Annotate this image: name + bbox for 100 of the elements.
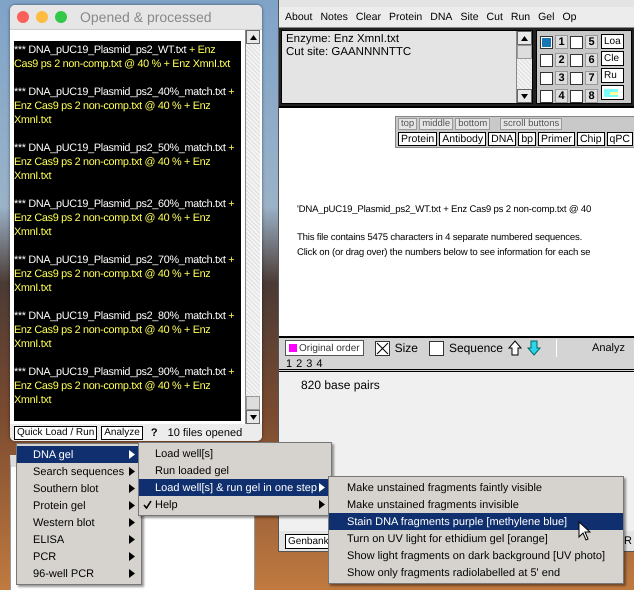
lane-checkbox[interactable] — [540, 36, 553, 48]
menu-item[interactable]: Stain DNA fragments purple [methylene blue] — [329, 513, 623, 530]
lane-number: 6 — [585, 53, 598, 67]
lane-checkbox[interactable] — [570, 54, 583, 66]
menu-item[interactable]: Help — [139, 496, 331, 513]
menu-item[interactable]: DNA — [426, 11, 456, 23]
menu-item[interactable]: Cut — [482, 11, 507, 23]
toolbar-button[interactable]: Antibody — [439, 132, 486, 146]
lane-number: 4 — [555, 89, 568, 103]
menu-item[interactable]: Op — [558, 11, 580, 23]
lane-number: 3 — [555, 71, 568, 85]
color-swatch-icon — [289, 344, 297, 352]
description-text: This file contains 5475 characters in 4 separate numbered sequences. — [297, 231, 584, 245]
menu-item[interactable]: 96-well PCR — [17, 565, 141, 582]
toolbar-tab[interactable]: top — [398, 118, 418, 130]
log-entry: *** DNA_pUC19_Plasmid_ps2_WT.txt + Enz Cas9 ps 2 non-comp.txt @ 40 % + Enz XmnI.txt — [14, 43, 232, 71]
log-entry: *** DNA_pUC19_Plasmid_ps2_40%_match.txt + Enz Cas9 ps 2 non-comp.txt @ 40 % + Enz XmnI.txt — [14, 85, 236, 127]
sequence-number[interactable]: 4 — [316, 358, 322, 370]
sort-label: Sequence — [448, 341, 503, 355]
scroll-down-arrow-icon[interactable] — [521, 94, 528, 98]
menu-item[interactable]: Site — [456, 11, 483, 23]
sequence-number[interactable]: 1 — [286, 358, 292, 370]
description-text: Click on (or drag over) the numbers below to see information for each se — [297, 246, 592, 260]
toolbar-tab[interactable]: scroll buttons — [500, 118, 562, 130]
scroll-down-arrow-icon[interactable] — [250, 414, 256, 420]
scrollbar[interactable] — [245, 30, 260, 424]
side-button[interactable]: Ru — [601, 68, 624, 83]
scroll-up-arrow-icon[interactable] — [250, 34, 256, 40]
menu-item[interactable]: Load well[s] — [139, 445, 331, 462]
scroll-up-arrow-icon[interactable] — [521, 36, 528, 40]
toolbar-tab[interactable]: middle — [419, 118, 454, 130]
lane-checkbox[interactable] — [570, 72, 583, 84]
sequence-number[interactable]: 3 — [306, 358, 312, 370]
log-entry: *** DNA_pUC19_Plasmid_ps2_50%_match.txt + Enz Cas9 ps 2 non-comp.txt @ 40 % + Enz XmnI.txt — [14, 141, 236, 183]
toolbar-button[interactable]: bp — [518, 132, 536, 146]
help-icon[interactable]: ? — [150, 426, 158, 440]
sort-button[interactable]: Original order — [285, 340, 364, 356]
menu-item[interactable]: DNA gel — [17, 446, 141, 463]
lane-checkbox[interactable] — [540, 90, 553, 102]
sort-checkbox[interactable] — [428, 340, 444, 356]
side-button[interactable]: Loa — [601, 34, 624, 49]
menu-item[interactable]: Turn on UV light for ethidium gel [orange] — [329, 530, 623, 547]
enzyme-info-text: Enzyme: Enz XmnI.txt — [286, 33, 400, 46]
pointer-cursor-icon — [578, 521, 591, 541]
menu-item[interactable]: Load well[s] & run gel in one step — [139, 479, 331, 496]
lane-number: 1 — [555, 35, 568, 49]
sequence-info-text: 820 base pairs — [300, 377, 381, 392]
lane-checkbox[interactable] — [540, 54, 553, 66]
log-entry: *** DNA_pUC19_Plasmid_ps2_80%_match.txt + Enz Cas9 ps 2 non-comp.txt @ 40 % + Enz XmnI.txt — [14, 309, 236, 351]
lane-checkbox[interactable] — [570, 36, 583, 48]
toolbar-button[interactable]: Protein — [398, 132, 438, 146]
up-arrow-icon[interactable] — [508, 340, 522, 356]
menu-item[interactable]: Notes — [316, 11, 352, 23]
menu-item[interactable]: ELISA — [17, 531, 141, 548]
menu-item[interactable]: Show only fragments radiolabelled at 5' end — [329, 564, 623, 581]
analyze-label: Analyz — [592, 342, 626, 354]
menu-item[interactable]: Gel — [534, 11, 558, 23]
menu-item[interactable]: Protein gel — [17, 497, 141, 514]
menu-item[interactable]: About — [279, 11, 316, 23]
lane-number: 5 — [585, 35, 598, 49]
sequence-number[interactable]: 2 — [296, 358, 302, 370]
toolbar-button[interactable]: qPC — [606, 132, 633, 146]
menu-item[interactable]: Search sequences — [17, 463, 141, 480]
menu-item[interactable]: Run loaded gel — [139, 462, 331, 479]
lane-number: 8 — [585, 89, 598, 103]
toolbar-button[interactable]: Primer — [538, 132, 575, 146]
log-entry: *** DNA_pUC19_Plasmid_ps2_70%_match.txt + Enz Cas9 ps 2 non-comp.txt @ 40 % + Enz XmnI.txt — [14, 253, 236, 295]
menu-item[interactable]: Run — [506, 11, 534, 23]
checkmark-icon — [142, 500, 152, 509]
status-text: 10 files opened — [168, 426, 242, 440]
sort-checkbox[interactable] — [374, 340, 390, 356]
scroll-thumb[interactable] — [246, 396, 260, 410]
menu-item[interactable]: Clear — [352, 11, 385, 23]
menu-item[interactable]: Western blot — [17, 514, 141, 531]
toolbar-button[interactable]: Analyze — [101, 426, 143, 440]
toolbar-button[interactable]: Quick Load / Run — [14, 426, 98, 440]
scrollbar[interactable] — [516, 31, 532, 103]
toolbar-button[interactable]: DNA — [488, 132, 516, 146]
menu-item[interactable]: PCR — [17, 548, 141, 565]
window-title: Opened & processed — [80, 9, 212, 25]
lane-number: 2 — [555, 53, 568, 67]
toolbar-tab[interactable]: bottom — [455, 118, 490, 130]
down-arrow-icon[interactable] — [526, 340, 541, 356]
sort-label: Size — [394, 341, 418, 355]
menu-item[interactable]: Southern blot — [17, 480, 141, 497]
file-title-text: 'DNA_pUC19_Plasmid_ps2_WT.txt + Enz Cas9 ps 2 non-comp.txt @ 40 — [297, 203, 592, 217]
gel-icon-button[interactable] — [601, 85, 624, 100]
lane-number: 7 — [585, 71, 598, 85]
enzyme-info-text: Cut site: GAANNNNTTC — [286, 46, 412, 59]
menu-item[interactable]: Protein — [384, 11, 426, 23]
lane-checkbox[interactable] — [570, 90, 583, 102]
side-button[interactable]: Cle — [601, 51, 624, 66]
gel-icon — [604, 88, 618, 96]
menu-item[interactable]: Show light fragments on dark background [UV photo] — [329, 547, 623, 564]
menu-item[interactable]: Make unstained fragments invisible — [329, 496, 623, 513]
scroll-thumb[interactable] — [517, 45, 532, 59]
log-entry: *** DNA_pUC19_Plasmid_ps2_60%_match.txt + Enz Cas9 ps 2 non-comp.txt @ 40 % + Enz XmnI.txt — [14, 197, 236, 239]
menu-item[interactable]: Make unstained fragments faintly visible — [329, 479, 623, 496]
lane-checkbox[interactable] — [540, 72, 553, 84]
toolbar-button[interactable]: Chip — [576, 132, 605, 146]
